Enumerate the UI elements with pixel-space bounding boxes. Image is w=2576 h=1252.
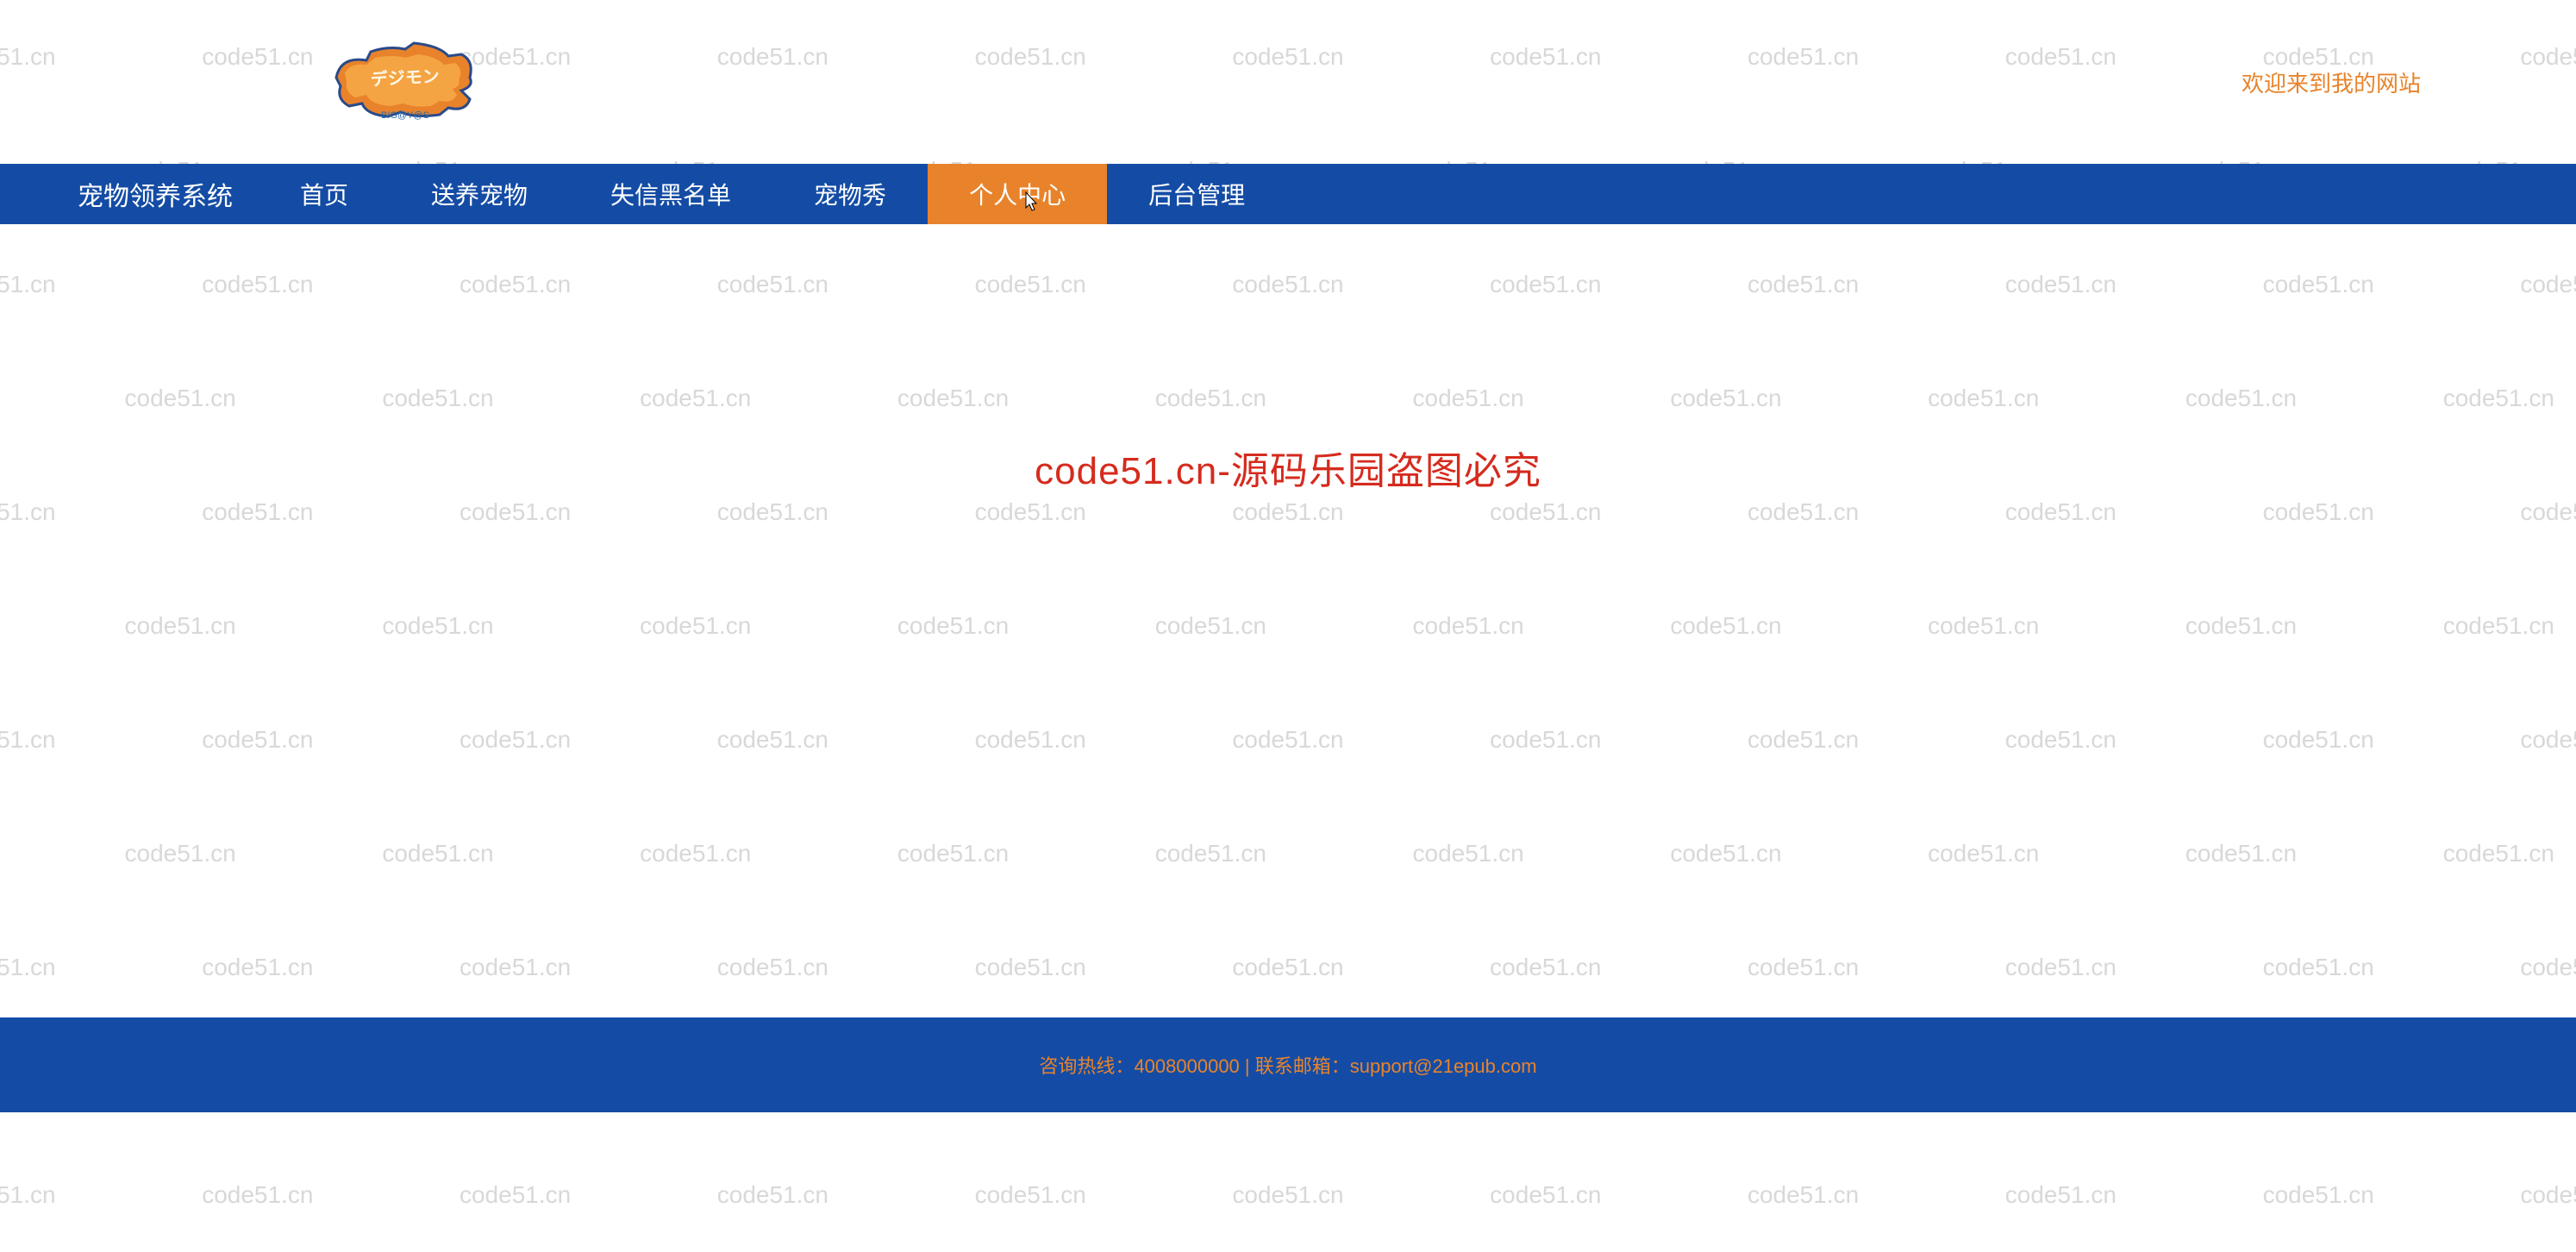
center-watermark: code51.cn-源码乐园盗图必究 (1035, 440, 1541, 495)
page-footer: 咨询热线：4008000000 | 联系邮箱：support@21epub.co… (0, 1017, 2576, 1112)
hotline-label: 咨询热线： (1039, 1055, 1134, 1077)
main-nav: 宠物领养系统 首页 送养宠物 失信黑名单 宠物秀 个人中心 后台管理 (0, 164, 2576, 224)
nav-item-admin[interactable]: 后台管理 (1107, 164, 1286, 224)
email-value: support@21epub.com (1350, 1055, 1537, 1077)
svg-text:BIG@Y@S: BIG@Y@S (381, 110, 429, 121)
hotline-value: 4008000000 (1134, 1055, 1239, 1077)
email-label: 联系邮箱： (1255, 1055, 1350, 1077)
nav-brand[interactable]: 宠物领养系统 (69, 164, 259, 224)
nav-item-adopt[interactable]: 送养宠物 (390, 164, 569, 224)
nav-item-label: 个人中心 (969, 177, 1066, 211)
nav-item-petshow[interactable]: 宠物秀 (772, 164, 928, 224)
logo-icon: デジモン BIG@Y@S (328, 39, 483, 125)
welcome-message: 欢迎来到我的网站 (2241, 66, 2421, 98)
main-content (0, 224, 2576, 1017)
nav-item-personal[interactable]: 个人中心 (928, 164, 1107, 224)
site-logo[interactable]: デジモン BIG@Y@S (328, 39, 483, 125)
nav-item-blacklist[interactable]: 失信黑名单 (569, 164, 772, 224)
nav-item-home[interactable]: 首页 (259, 164, 390, 224)
page-header: デジモン BIG@Y@S 欢迎来到我的网站 (0, 0, 2576, 164)
footer-contact: 咨询热线：4008000000 | 联系邮箱：support@21epub.co… (1039, 1051, 1536, 1079)
footer-separator: | (1240, 1055, 1255, 1077)
